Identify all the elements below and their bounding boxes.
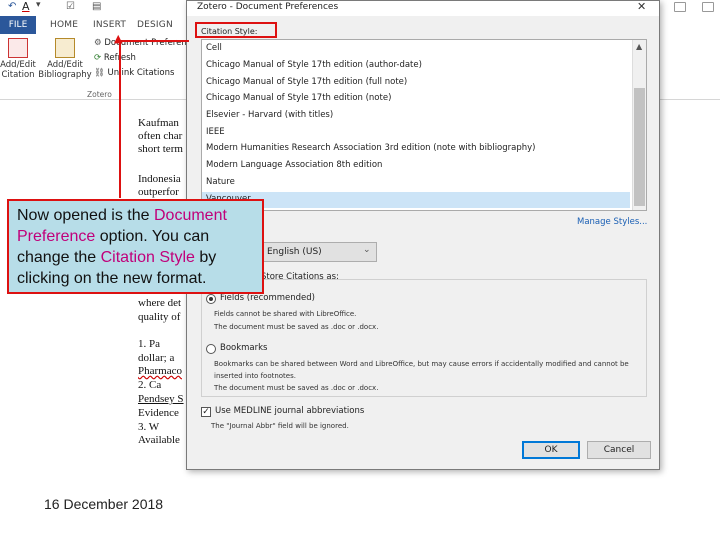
dialog-title: Zotero - Document Preferences [197,2,339,12]
undo-icon[interactable]: ↶ [8,1,16,12]
doc-line: Available [138,434,180,446]
medline-label: Use MEDLINE journal abbreviations [215,406,365,416]
add-edit-citation-button[interactable]: Add/Edit Citation [0,38,36,80]
bookmarks-desc-2: inserted into footnotes. [214,372,296,380]
scroll-up-icon[interactable]: ▲ [636,42,642,51]
doc-line: Kaufman [138,117,179,129]
citation-style-list[interactable]: Cell Chicago Manual of Style 17th editio… [201,39,647,211]
cancel-button[interactable]: Cancel [587,441,651,459]
medline-sublabel: The "Journal Abbr" field will be ignored… [211,422,349,430]
doc-line: often char [138,130,183,142]
unlink-citations-button[interactable]: ⛓ Unlink Citations [94,68,174,78]
doc-line: 2. Ca [138,379,162,391]
fields-radio[interactable] [206,294,216,304]
chevron-down-icon: ⌄ [363,245,371,255]
dropdown-icon[interactable]: ▾ [36,0,41,10]
add-edit-citation-label-1: Add/Edit [0,60,36,70]
bookmarks-desc-3: The document must be saved as .doc or .d… [214,384,379,392]
style-item-mhra[interactable]: Modern Humanities Research Association 3… [206,143,535,153]
doc-line: 1. Pa [138,338,160,350]
style-item-chicago-note[interactable]: Chicago Manual of Style 17th edition (no… [206,93,391,103]
restore-icon[interactable] [674,2,686,12]
arrow-head-icon: ▲ [114,32,123,45]
style-item-chicago-author-date[interactable]: Chicago Manual of Style 17th edition (au… [206,60,422,70]
annotation-arrow-horizontal [119,40,189,42]
scrollbar-thumb[interactable] [634,88,645,206]
style-item-nature[interactable]: Nature [206,177,235,187]
callout-highlight-citation-style: Citation Style [100,249,195,266]
citation-style-label: Citation Style: [201,27,258,36]
doc-line: Indonesia [138,173,181,185]
doc-line: dollar; a [138,352,175,364]
fields-label: Fields (recommended) [220,293,315,303]
tab-home[interactable]: HOME [50,20,78,30]
doc-line: short term [138,143,183,155]
add-edit-bibliography-button[interactable]: Add/Edit Bibliography [38,38,92,80]
quick-access-toolbar: ↶ A ▾ ☑ ▤ [0,0,190,16]
close-icon[interactable]: ✕ [637,0,646,13]
format-options-group: Fields (recommended) Fields cannot be sh… [201,279,647,397]
doc-line: 3. W [138,421,160,433]
style-item-elsevier-harvard[interactable]: Elsevier - Harvard (with titles) [206,110,333,120]
doc-line: Evidence [138,407,179,419]
gear-icon: ⚙ [94,38,102,48]
doc-line: quality of [138,311,181,323]
bookmarks-label: Bookmarks [220,343,268,353]
manage-styles-link[interactable]: Manage Styles... [577,217,647,227]
close-window-icon[interactable] [702,2,714,12]
selected-row-highlight [202,192,630,208]
callout-text: Now opened is the Document Preference op… [17,205,254,289]
refresh-button[interactable]: ⟳ Refresh [94,53,136,63]
fields-desc-2: The document must be saved as .doc or .d… [214,323,379,331]
ok-button[interactable]: OK [522,441,580,459]
style-item-ieee[interactable]: IEEE [206,127,225,137]
style-item-chicago-full-note[interactable]: Chicago Manual of Style 17th edition (fu… [206,77,407,87]
add-edit-citation-label-2: Citation [1,70,35,80]
doc-line: outperfor [138,186,179,198]
language-value: English (US) [267,247,322,257]
check-icon[interactable]: ☑ [66,1,75,12]
unlink-label: Unlink Citations [107,68,175,78]
doc-line: Pendsey S [138,393,184,405]
tab-file[interactable]: FILE [0,16,36,34]
document-icon[interactable]: ▤ [92,1,101,12]
font-color-icon[interactable]: A [22,0,30,13]
callout-text-1: Now opened is the [17,207,154,224]
refresh-icon: ⟳ [94,53,102,63]
add-edit-bibliography-label-1: Add/Edit [47,60,83,70]
tab-insert[interactable]: INSERT [93,20,126,30]
fields-desc-1: Fields cannot be shared with LibreOffice… [214,310,357,318]
doc-line: Pharmaco [138,365,182,377]
ribbon-group-label: Zotero [87,90,112,99]
citation-icon [8,38,28,58]
unlink-icon: ⛓ [94,68,105,78]
tab-design[interactable]: DESIGN [137,20,173,30]
style-item-mla[interactable]: Modern Language Association 8th edition [206,160,382,170]
annotation-arrow-vertical [119,40,121,198]
bibliography-icon [55,38,75,58]
doc-line: where det [138,297,182,309]
bookmarks-desc-1: Bookmarks can be shared between Word and… [214,360,629,368]
medline-checkbox[interactable]: ✓ [201,407,211,417]
instruction-callout: Now opened is the Document Preference op… [7,199,264,294]
style-item-cell[interactable]: Cell [206,43,222,53]
add-edit-bibliography-label-2: Bibliography [38,70,92,80]
footer-date: 16 December 2018 [44,496,164,512]
bookmarks-radio[interactable] [206,344,216,354]
